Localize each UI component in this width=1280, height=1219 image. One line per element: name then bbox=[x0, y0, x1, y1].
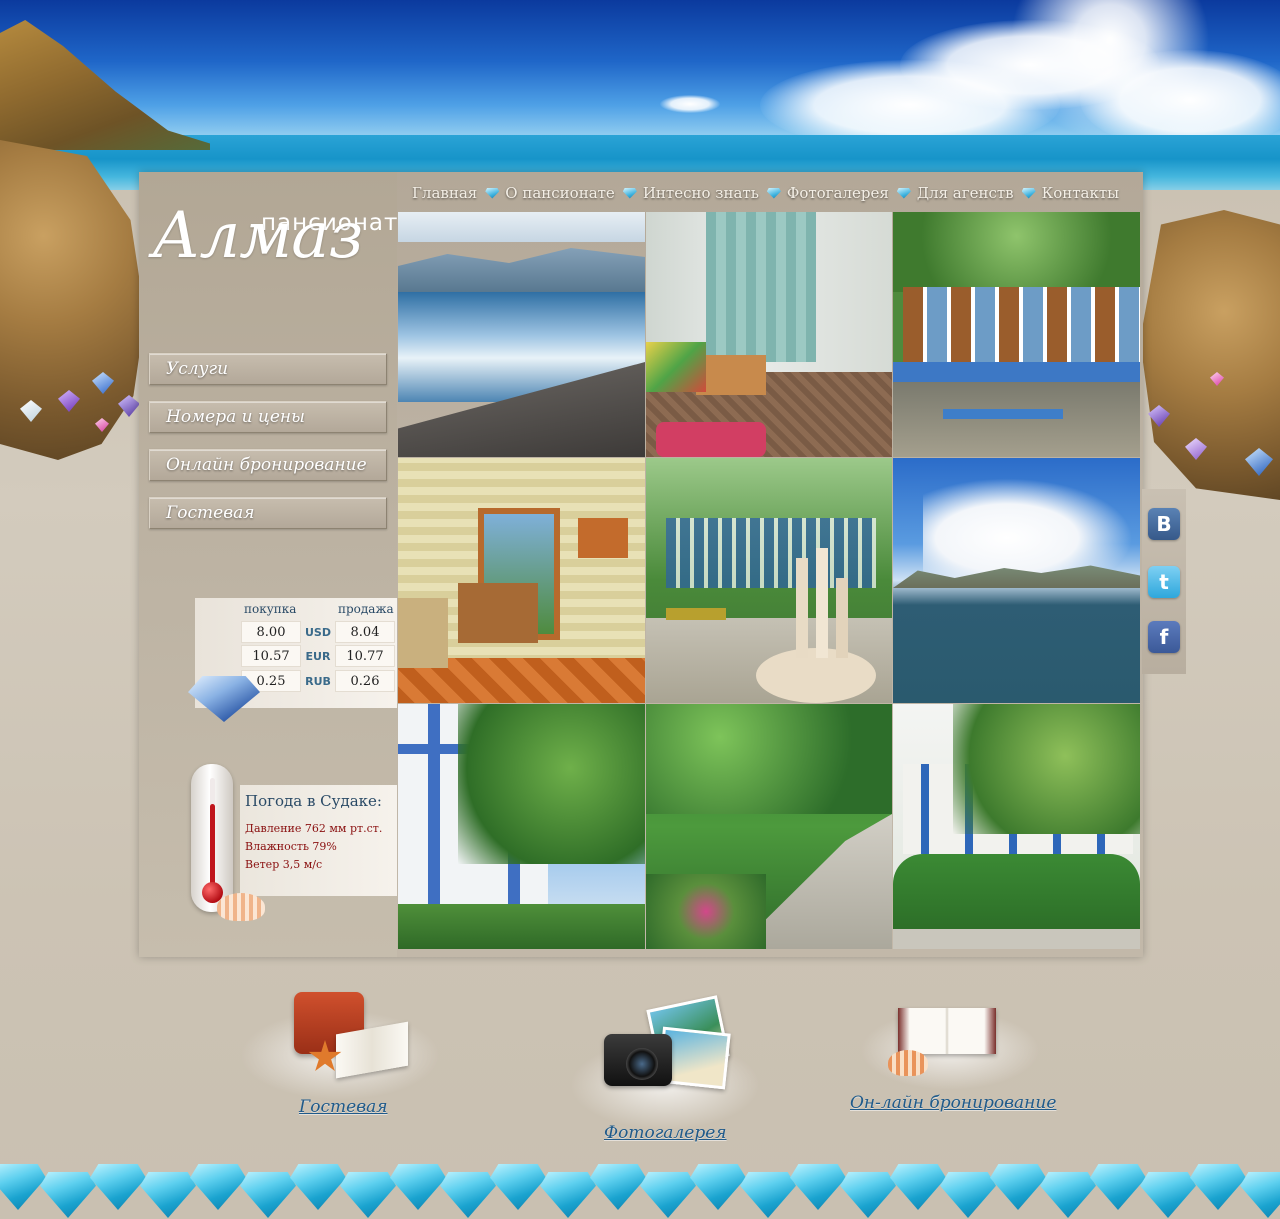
cloud bbox=[660, 95, 720, 113]
gallery-photo-kitchen[interactable] bbox=[398, 458, 645, 703]
diamond-icon bbox=[490, 1164, 546, 1210]
diamond-icon bbox=[0, 1164, 46, 1210]
gallery-photo-garden-fountain[interactable] bbox=[646, 458, 892, 703]
diamond-icon bbox=[640, 1172, 696, 1218]
gallery-photo-balcony[interactable] bbox=[398, 704, 645, 949]
diamond-icon bbox=[240, 1172, 296, 1218]
diamond-icon bbox=[940, 1172, 996, 1218]
diamond-icon bbox=[690, 1164, 746, 1210]
nav-about[interactable]: О пансионате bbox=[505, 184, 615, 202]
weather-pressure: Давление 762 мм рт.ст. bbox=[245, 822, 383, 835]
diamond-icon bbox=[440, 1172, 496, 1218]
diamond-separator-icon bbox=[896, 187, 911, 199]
gallery-photo-beach[interactable] bbox=[398, 212, 645, 457]
currency-sell-value: 10.77 bbox=[335, 645, 395, 667]
diamond-icon bbox=[190, 1164, 246, 1210]
nav-contacts[interactable]: Контакты bbox=[1042, 184, 1120, 202]
diamond-icon bbox=[540, 1172, 596, 1218]
diamond-icon bbox=[1090, 1164, 1146, 1210]
diamond-icon bbox=[990, 1164, 1046, 1210]
diamond-icon bbox=[40, 1172, 96, 1218]
diamond-icon bbox=[740, 1172, 796, 1218]
seashell-icon bbox=[888, 1050, 928, 1076]
diamond-border bbox=[0, 1160, 1280, 1219]
facebook-icon[interactable]: f bbox=[1148, 621, 1180, 653]
camera-lens-icon bbox=[626, 1048, 658, 1080]
weather-title: Погода в Судаке: bbox=[245, 792, 382, 810]
side-menu-guestbook[interactable]: Гостевая bbox=[149, 497, 387, 529]
diamond-icon bbox=[340, 1172, 396, 1218]
currency-buy-header: покупка bbox=[244, 602, 297, 616]
currency-buy-value: 10.57 bbox=[241, 645, 301, 667]
gallery-photo-hedge[interactable] bbox=[893, 704, 1140, 949]
currency-code: USD bbox=[305, 626, 331, 639]
promo-guestbook-link[interactable]: Гостевая bbox=[299, 1097, 387, 1117]
currency-buy-value: 8.00 bbox=[241, 621, 301, 643]
side-menu-rooms[interactable]: Номера и цены bbox=[149, 401, 387, 433]
diamond-icon bbox=[590, 1164, 646, 1210]
nav-gallery[interactable]: Фотогалерея bbox=[787, 184, 889, 202]
diamond-separator-icon bbox=[622, 187, 637, 199]
nav-agencies[interactable]: Для агенств bbox=[917, 184, 1014, 202]
diamond-icon bbox=[390, 1164, 446, 1210]
weather-wind: Ветер 3,5 м/с bbox=[245, 858, 323, 871]
weather-widget: Погода в Судаке: Давление 762 мм рт.ст. … bbox=[240, 785, 397, 896]
nav-info[interactable]: Интесно знать bbox=[643, 184, 759, 202]
logo-big-text: Алмаз bbox=[152, 199, 363, 273]
diamond-icon bbox=[790, 1164, 846, 1210]
weather-humidity: Влажность 79% bbox=[245, 840, 337, 853]
side-menu-booking[interactable]: Онлайн бронирование bbox=[149, 449, 387, 481]
diamond-separator-icon bbox=[1021, 187, 1036, 199]
promo-booking-link[interactable]: Он-лайн бронирование bbox=[850, 1093, 1056, 1113]
diamond-separator-icon bbox=[766, 187, 781, 199]
diamond-icon bbox=[890, 1164, 946, 1210]
gallery-photo-room[interactable] bbox=[646, 212, 892, 457]
seashell-icon bbox=[217, 893, 265, 921]
nav-home[interactable]: Главная bbox=[412, 184, 477, 202]
diamond-icon bbox=[90, 1164, 146, 1210]
promo-gallery-link[interactable]: Фотогалерея bbox=[604, 1123, 727, 1143]
diamond-icon bbox=[1140, 1172, 1196, 1218]
diamond-icon bbox=[1240, 1172, 1280, 1218]
gallery-photo-bay[interactable] bbox=[893, 458, 1140, 703]
diamond-icon bbox=[1040, 1172, 1096, 1218]
diamond-icon bbox=[1190, 1164, 1246, 1210]
side-menu: Услуги Номера и цены Онлайн бронирование… bbox=[149, 353, 387, 545]
thermometer-icon bbox=[191, 764, 233, 912]
currency-code: RUB bbox=[305, 675, 331, 688]
currency-code: EUR bbox=[305, 650, 331, 663]
currency-sell-value: 0.26 bbox=[335, 670, 395, 692]
diamond-separator-icon bbox=[485, 187, 500, 199]
diamond-icon bbox=[140, 1172, 196, 1218]
gallery-photo-garden-path[interactable] bbox=[646, 704, 892, 949]
notebook-icon[interactable] bbox=[898, 1008, 996, 1054]
twitter-icon[interactable]: t bbox=[1148, 566, 1180, 598]
vk-icon[interactable]: B bbox=[1148, 508, 1180, 540]
currency-sell-value: 8.04 bbox=[335, 621, 395, 643]
gallery-photo-building[interactable] bbox=[893, 212, 1140, 457]
currency-sell-header: продажа bbox=[338, 602, 394, 616]
diamond-icon bbox=[840, 1172, 896, 1218]
top-navigation: Главная О пансионате Интесно знать Фотог… bbox=[412, 181, 1119, 205]
side-menu-services[interactable]: Услуги bbox=[149, 353, 387, 385]
diamond-icon bbox=[290, 1164, 346, 1210]
